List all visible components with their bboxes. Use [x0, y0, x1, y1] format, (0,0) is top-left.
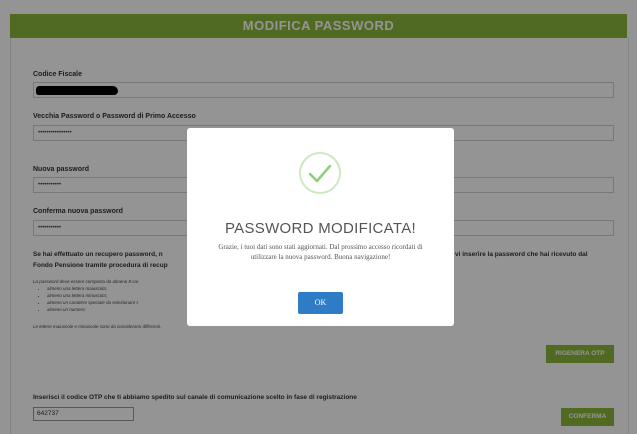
dialog-message: Grazie, i tuoi dati sono stati aggiornat…	[218, 243, 423, 261]
dialog-title: PASSWORD MODIFICATA!	[224, 220, 416, 237]
checkmark-icon	[299, 152, 341, 194]
ok-button[interactable]: OK	[298, 292, 343, 314]
success-dialog: PASSWORD MODIFICATA! Grazie, i tuoi dati…	[187, 128, 454, 326]
